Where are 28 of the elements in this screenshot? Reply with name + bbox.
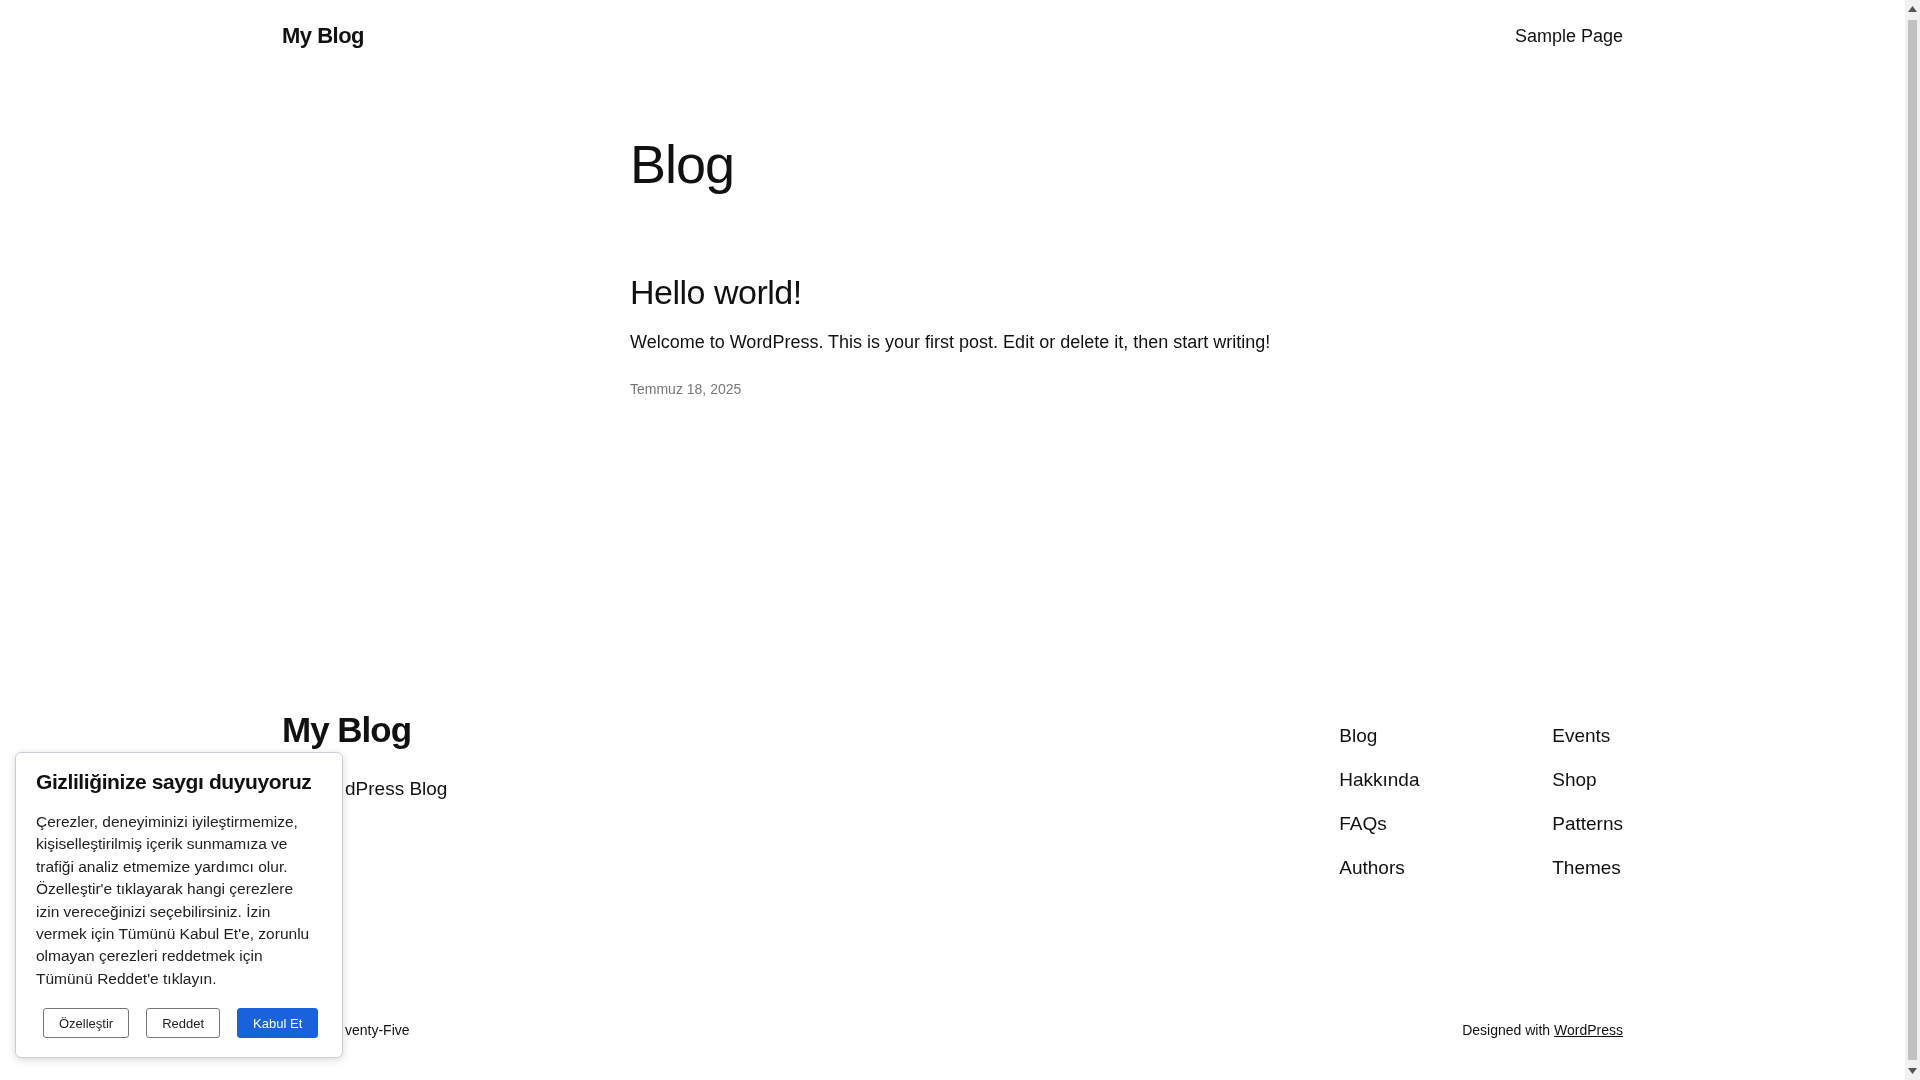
footer-nav-link[interactable]: Authors xyxy=(1339,856,1553,880)
scroll-up-icon[interactable] xyxy=(1908,6,1917,12)
accept-button[interactable]: Kabul Et xyxy=(237,1008,319,1039)
post-date: Temmuz 18, 2025 xyxy=(630,381,743,397)
footer-nav-link[interactable]: Hakkında xyxy=(1339,768,1553,792)
page-title: Blog xyxy=(630,133,736,195)
theme-credit: venty-Five xyxy=(345,1022,410,1038)
footer-site-title[interactable]: My Blog xyxy=(282,712,412,748)
cookie-button[interactable]: Reddet xyxy=(146,1008,221,1039)
footer-nav-link[interactable]: Events xyxy=(1552,724,1623,748)
cookie-title: Gizliliğinize saygı duyuyoruz xyxy=(36,769,313,795)
footer-nav-link[interactable]: Themes xyxy=(1552,856,1623,880)
scrollbar-thumb[interactable] xyxy=(1908,20,1917,1060)
post-excerpt: Welcome to WordPress. This is your first post. Edit or delete it, then start writing! xyxy=(630,332,1272,353)
cookie-text: Çerezler, deneyiminizi iyileştirmemize, kişiselleştirilmiş içerik sunmamıza ve trafiği analiz etmemize yardımcı olur. Özelleştir'e tıklayarak hangi çerezlere izin vereceğinizi seçebilirsiniz. İzin vermek için Tümünü Kabul Et'e, zorunlu olmayan çerezleri reddetmek için Tümünü Reddet'e tıklayın. xyxy=(36,812,311,989)
footer-nav-link[interactable]: Shop xyxy=(1552,768,1623,792)
site-title[interactable]: My Blog xyxy=(282,23,365,49)
site-tagline: dPress Blog xyxy=(345,778,448,800)
wordpress-link[interactable]: WordPress xyxy=(1554,1022,1623,1038)
scrollbar[interactable] xyxy=(1905,0,1920,1080)
footer-nav-link[interactable]: Blog xyxy=(1339,724,1553,748)
post-title[interactable]: Hello world! xyxy=(630,273,1905,312)
designed-with-credit: Designed with WordPress xyxy=(1462,1022,1623,1038)
cookie-button[interactable]: Özelleştir xyxy=(43,1008,130,1039)
footer-nav-link[interactable]: Patterns xyxy=(1552,812,1623,836)
footer-nav-link[interactable]: FAQs xyxy=(1339,812,1553,836)
nav-link[interactable]: Sample Page xyxy=(1514,25,1623,47)
scroll-down-icon[interactable] xyxy=(1908,1068,1917,1074)
